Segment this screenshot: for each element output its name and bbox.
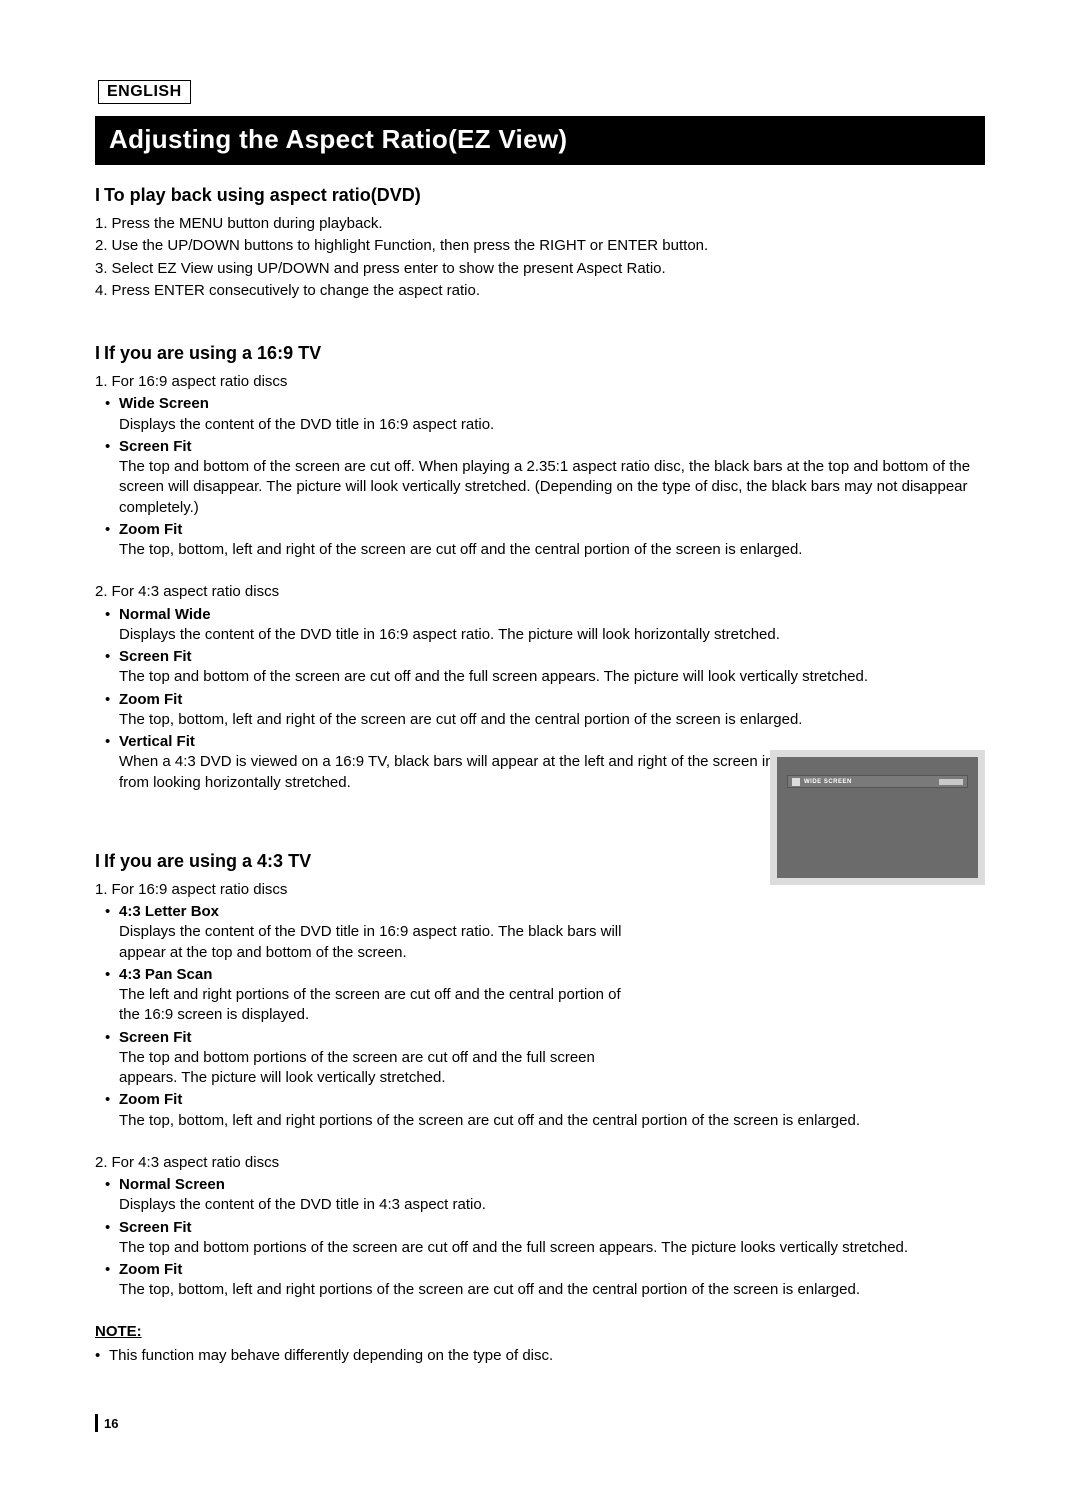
note-text: •This function may behave differently de… (95, 1346, 985, 1366)
option-title: Screen Fit (119, 1218, 192, 1238)
list-item: 2.Use the UP/DOWN buttons to highlight F… (95, 236, 985, 256)
bullet-group: •Wide Screen Displays the content of the… (95, 394, 985, 560)
tv-illustration: WIDE SCREEN (770, 750, 985, 885)
heading-text: If you are using a 16:9 TV (104, 343, 321, 364)
page-title: Adjusting the Aspect Ratio(EZ View) (95, 116, 985, 165)
option-desc: The top, bottom, left and right of the s… (105, 540, 985, 560)
option-desc: The top, bottom, left and right portions… (105, 1111, 985, 1131)
option-desc: The top, bottom, left and right portions… (105, 1280, 985, 1300)
option-desc: Displays the content of the DVD title in… (105, 1195, 985, 1215)
option-desc: The top and bottom of the screen are cut… (105, 667, 985, 687)
option-title: Normal Screen (119, 1175, 225, 1195)
option-title: Screen Fit (119, 437, 192, 457)
option-desc: The top and bottom portions of the scree… (105, 1238, 985, 1258)
option-title: 4:3 Pan Scan (119, 965, 212, 985)
list-item: 2.For 4:3 aspect ratio discs (95, 1153, 985, 1173)
option-title: Normal Wide (119, 605, 211, 625)
osd-bar: WIDE SCREEN (787, 775, 968, 788)
bullet-group: •4:3 Letter Box Displays the content of … (95, 902, 985, 1131)
heading-marker-icon: I (95, 185, 100, 206)
option-desc: Displays the content of the DVD title in… (105, 625, 985, 645)
osd-label: WIDE SCREEN (804, 779, 852, 785)
osd-indicator-icon (939, 779, 963, 785)
page-number-rule-icon (95, 1414, 98, 1432)
option-desc: Displays the content of the DVD title in… (105, 415, 985, 435)
list-item: 2.For 4:3 aspect ratio discs (95, 582, 985, 602)
option-desc: The top and bottom of the screen are cut… (105, 457, 985, 518)
page-number: 16 (95, 1414, 118, 1432)
option-title: Zoom Fit (119, 520, 182, 540)
option-desc: The top and bottom portions of the scree… (105, 1048, 645, 1089)
option-title: Zoom Fit (119, 690, 182, 710)
list-item: 1.Press the MENU button during playback. (95, 214, 985, 234)
option-title: Screen Fit (119, 647, 192, 667)
option-desc: The top, bottom, left and right of the s… (105, 710, 985, 730)
option-title: Zoom Fit (119, 1090, 182, 1110)
option-title: Vertical Fit (119, 732, 195, 752)
heading-marker-icon: I (95, 343, 100, 364)
list-item: 3.Select EZ View using UP/DOWN and press… (95, 259, 985, 279)
heading-text: If you are using a 4:3 TV (104, 851, 311, 872)
section-heading-16-9: I If you are using a 16:9 TV (95, 343, 985, 364)
heading-text: To play back using aspect ratio(DVD) (104, 185, 421, 206)
note-heading: NOTE: (95, 1323, 985, 1340)
manual-page: ENGLISH Adjusting the Aspect Ratio(EZ Vi… (0, 0, 1080, 1487)
bullet-group: •Normal Screen Displays the content of t… (95, 1175, 985, 1301)
option-title: Wide Screen (119, 394, 209, 414)
osd-mode-icon (792, 778, 800, 786)
section-heading-playback: I To play back using aspect ratio(DVD) (95, 185, 985, 206)
heading-marker-icon: I (95, 851, 100, 872)
option-title: Screen Fit (119, 1028, 192, 1048)
language-badge: ENGLISH (98, 80, 191, 104)
option-title: 4:3 Letter Box (119, 902, 219, 922)
option-desc: The left and right portions of the scree… (105, 985, 645, 1026)
option-desc: Displays the content of the DVD title in… (105, 922, 645, 963)
list-item: 4.Press ENTER consecutively to change th… (95, 281, 985, 301)
list-item: 1.For 16:9 aspect ratio discs (95, 372, 985, 392)
playback-steps: 1.Press the MENU button during playback.… (95, 214, 985, 301)
option-title: Zoom Fit (119, 1260, 182, 1280)
